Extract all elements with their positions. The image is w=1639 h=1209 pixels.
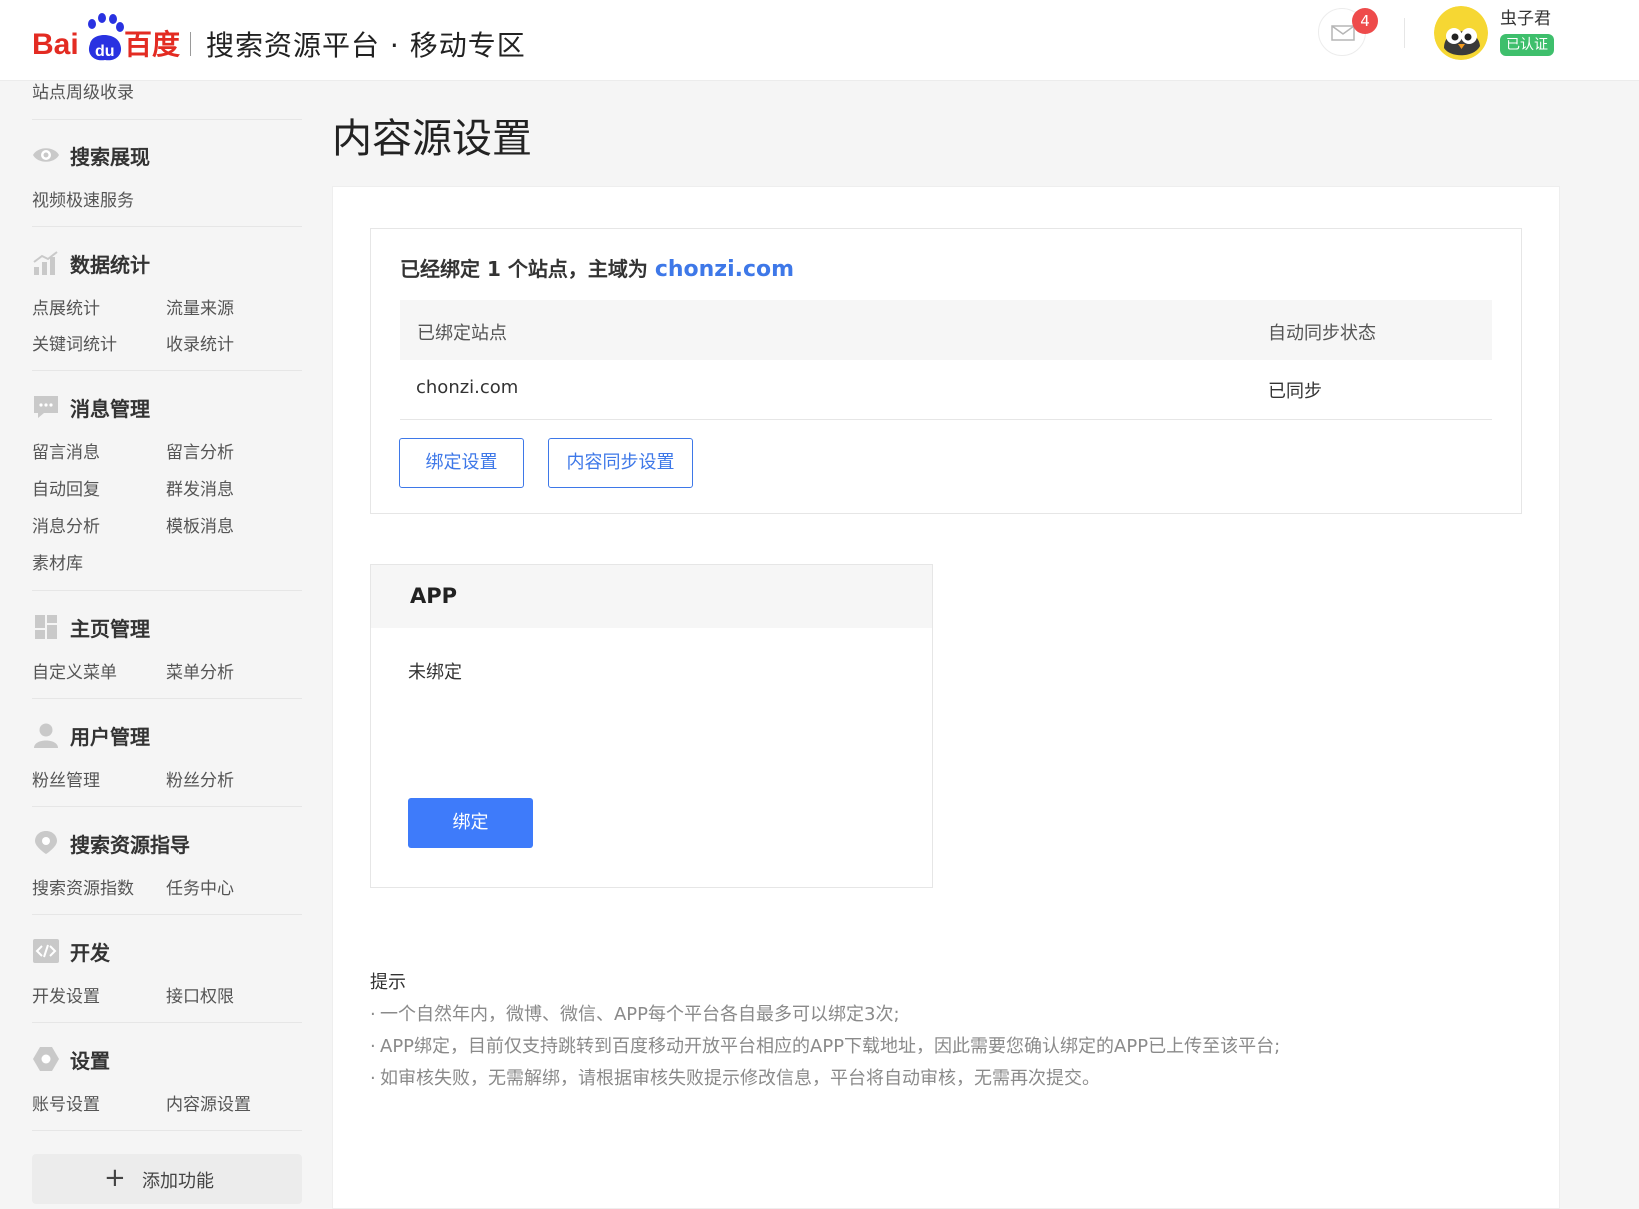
platform-title: 搜索资源平台 · 移动专区 (206, 29, 526, 62)
svg-text:Bai: Bai (32, 28, 79, 61)
sidebar-item-comment-analysis[interactable]: 留言分析 (166, 438, 234, 463)
user-avatar[interactable] (1434, 6, 1488, 60)
summary-text: 已经绑定 1 个站点，主域为 (400, 257, 655, 281)
sidebar-item-material-library[interactable]: 素材库 (32, 549, 83, 574)
section-title: 消息管理 (70, 397, 150, 421)
table-cell-sync-status: 已同步 (1268, 381, 1322, 402)
sidebar-divider (32, 226, 302, 227)
sidebar-item-dev-settings[interactable]: 开发设置 (32, 982, 100, 1007)
plus-icon: + (104, 1163, 126, 1193)
sidebar-item-traffic-source[interactable]: 流量来源 (166, 294, 234, 319)
sidebar-item-account-settings[interactable]: 账号设置 (32, 1090, 100, 1115)
section-title: 设置 (70, 1049, 110, 1073)
sidebar-item-menu-analysis[interactable]: 菜单分析 (166, 658, 234, 683)
sidebar-divider (32, 806, 302, 807)
sidebar-item-keyword-stats[interactable]: 关键词统计 (32, 330, 117, 355)
svg-text:du: du (95, 43, 115, 60)
unread-count-badge: 4 (1352, 8, 1378, 34)
sidebar-item-search-resource-index[interactable]: 搜索资源指数 (32, 874, 134, 899)
bound-sites-summary: 已经绑定 1 个站点，主域为 chonzi.com (400, 253, 794, 282)
tip-text: 如审核失败，无需解绑，请根据审核失败提示修改信息，平台将自动审核，无需再次提交。 (380, 1068, 1100, 1089)
table-cell-site: chonzi.com (416, 377, 519, 398)
sidebar-item-fan-analysis[interactable]: 粉丝分析 (166, 766, 234, 791)
chat-bubble-icon (34, 396, 58, 418)
top-header: Bai du 百度 搜索资源平台 · 移动专区 4 虫子君 已认证 (0, 0, 1639, 81)
sidebar-divider (32, 119, 302, 120)
sidebar-item-video-fast-service[interactable]: 视频极速服务 (32, 186, 134, 211)
bind-app-button[interactable]: 绑定 (408, 798, 533, 848)
sidebar-divider (32, 590, 302, 591)
layout-icon (35, 615, 57, 639)
sidebar-item-message-analysis[interactable]: 消息分析 (32, 512, 100, 537)
sidebar-item-site-weekly-index[interactable]: 站点周级收录 (32, 78, 134, 103)
sidebar-item-api-permissions[interactable]: 接口权限 (166, 982, 234, 1007)
sidebar-item-template-message[interactable]: 模板消息 (166, 512, 234, 537)
add-feature-button[interactable]: + 添加功能 (32, 1154, 302, 1204)
sidebar-item-auto-reply[interactable]: 自动回复 (32, 475, 100, 500)
tip-item: · 如审核失败，无需解绑，请根据审核失败提示修改信息，平台将自动审核，无需再次提交… (370, 1068, 1100, 1089)
section-title: 开发 (70, 941, 110, 965)
header-divider (1404, 18, 1405, 48)
sidebar-item-content-source-settings[interactable]: 内容源设置 (166, 1090, 251, 1115)
tips-title: 提示 (370, 972, 406, 993)
column-header-bound-site: 已绑定站点 (417, 323, 507, 344)
code-icon (33, 939, 59, 963)
username[interactable]: 虫子君 (1500, 4, 1551, 29)
section-title: 数据统计 (70, 253, 150, 277)
primary-domain-link[interactable]: chonzi.com (655, 257, 794, 282)
sidebar-item-task-center[interactable]: 任务中心 (166, 874, 234, 899)
sidebar-item-custom-menu[interactable]: 自定义菜单 (32, 658, 117, 683)
tip-text: APP绑定，目前仅支持跳转到百度移动开放平台相应的APP下载地址，因此需要您确认… (380, 1036, 1281, 1057)
sidebar-item-fan-management[interactable]: 粉丝管理 (32, 766, 100, 791)
add-feature-label: 添加功能 (142, 1171, 214, 1192)
section-title: 用户管理 (70, 725, 150, 749)
sidebar-divider (32, 1130, 302, 1131)
logo-divider (190, 32, 191, 56)
table-row-divider (400, 419, 1492, 420)
svg-text:百度: 百度 (124, 28, 180, 61)
sidebar-item-mass-message[interactable]: 群发消息 (166, 475, 234, 500)
bind-settings-button[interactable]: 绑定设置 (399, 438, 524, 488)
column-header-sync-status: 自动同步状态 (1268, 323, 1376, 344)
sidebar-divider (32, 1022, 302, 1023)
app-binding-status: 未绑定 (408, 662, 462, 683)
user-icon (34, 723, 58, 748)
bar-chart-icon (33, 251, 58, 275)
bird-avatar-icon (1434, 6, 1488, 60)
tip-text: 一个自然年内，微博、微信、APP每个平台各自最多可以绑定3次; (380, 1004, 900, 1025)
app-card-title: APP (410, 584, 458, 608)
content-sync-settings-button[interactable]: 内容同步设置 (548, 438, 693, 488)
sidebar-item-impression-stats[interactable]: 点展统计 (32, 294, 100, 319)
section-title: 搜索资源指导 (70, 833, 190, 857)
sidebar-nav: 站点周级收录 搜索展现 视频极速服务 数据统计 点展统计 流量来源 关键词统计 … (0, 80, 310, 1209)
location-pin-icon (35, 831, 57, 854)
tip-item: · 一个自然年内，微博、微信、APP每个平台各自最多可以绑定3次; (370, 1004, 900, 1025)
baidu-logo[interactable]: Bai du 百度 (32, 10, 192, 68)
verified-badge: 已认证 (1500, 34, 1554, 56)
mail-icon (1331, 25, 1355, 41)
page-title: 内容源设置 (332, 116, 532, 162)
section-title: 主页管理 (70, 617, 150, 641)
sidebar-divider (32, 370, 302, 371)
sidebar-item-comment-messages[interactable]: 留言消息 (32, 438, 100, 463)
sidebar-item-index-stats[interactable]: 收录统计 (166, 330, 234, 355)
sidebar-divider (32, 914, 302, 915)
section-title: 搜索展现 (70, 145, 150, 169)
tip-item: · APP绑定，目前仅支持跳转到百度移动开放平台相应的APP下载地址，因此需要您确… (370, 1036, 1281, 1057)
sidebar-divider (32, 698, 302, 699)
hexagon-settings-icon (33, 1047, 59, 1071)
eye-icon (33, 148, 59, 162)
